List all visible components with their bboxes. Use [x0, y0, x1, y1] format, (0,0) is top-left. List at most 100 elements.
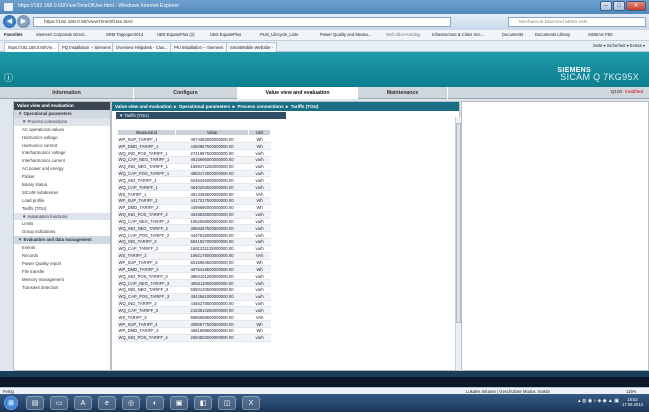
search-field[interactable]: Mechanical Diamond Metar exts: [508, 17, 646, 27]
browser-tabbar: https://192.168.0.60/Vie... PQ Installat…: [0, 41, 649, 52]
value-cell: 1881231125000000.00: [175, 245, 249, 253]
browser-titlebar: https://192.168.0.60/ViewTimeOfUse.html …: [0, 0, 649, 14]
maximize-button[interactable]: □: [613, 1, 625, 11]
favorite-link[interactable]: Web Slice-Katalog: [386, 32, 420, 37]
browser-tab[interactable]: PQ Installation -- Siemens: [58, 42, 115, 52]
minimize-button[interactable]: –: [600, 1, 612, 11]
table-row: WQ_CAP_TARIFF_1 4540202500000000.00 varh: [117, 183, 271, 192]
sidebar-item[interactable]: Memory management: [14, 276, 110, 284]
sidebar-item[interactable]: Flicker: [14, 173, 110, 181]
device-status: Q100 modified: [610, 87, 643, 99]
tab-maintenance[interactable]: Maintenance: [358, 87, 448, 99]
license-icon[interactable]: ⓘ: [4, 71, 13, 84]
sidebar-item[interactable]: ▼ Evaluation and data management: [14, 236, 110, 245]
unit-cell: Wh: [248, 197, 271, 205]
favorite-link[interactable]: SRM Toppoper2014: [106, 32, 143, 37]
favorite-link[interactable]: UBS EquatePlus (2): [157, 32, 194, 37]
favorite-link[interactable]: Infrastructure & Cities Sec...: [432, 32, 484, 37]
section-header-tariffs[interactable]: ▼ Tariffs (TOU): [116, 112, 286, 119]
sidebar-item[interactable]: Records: [14, 252, 110, 260]
unit-cell: varh: [248, 170, 271, 178]
taskbar-explorer-icon[interactable]: ▤: [26, 396, 44, 410]
taskbar-app-icon[interactable]: ◎: [122, 396, 140, 410]
value-cell: 4498690000000000.00: [175, 204, 249, 212]
value-cell: 4042561000000000.00: [175, 293, 249, 301]
sidebar-item[interactable]: Transient detection: [14, 284, 110, 292]
measurand-cell: WQ_IND_TARIFF_1: [117, 176, 176, 185]
unit-cell: varh: [248, 286, 271, 294]
sidebar-item[interactable]: Interharmonics voltage: [14, 149, 110, 157]
measurand-cell: WQ_CAP_POS_TARIFF_3: [117, 293, 176, 301]
system-tray-icons[interactable]: ▴ ◍ ◉ ♪ ◈ ◆ ▲ ▣: [578, 398, 619, 404]
taskbar-app-icon[interactable]: ▣: [170, 396, 188, 410]
forward-button[interactable]: ▶: [17, 15, 30, 28]
sidebar-item[interactable]: Group indications: [14, 228, 110, 236]
favorite-link[interactable]: Documents: [502, 32, 523, 37]
sidebar-item[interactable]: AC operational values: [14, 126, 110, 134]
clock[interactable]: 15:52 17.09.2014: [622, 397, 643, 407]
browser-tab[interactable]: Overview Helpdesk - Clus...: [112, 42, 172, 52]
sidebar-item[interactable]: AC power and energy: [14, 165, 110, 173]
browser-tab[interactable]: PKI Installation -- Siemens: [170, 42, 228, 52]
taskbar-app-icon[interactable]: ◧: [194, 396, 212, 410]
taskbar-ie-icon[interactable]: e: [98, 396, 116, 410]
table-row: WQ_CAP_POS_TARIFF_2 4447615000000000.00 va…: [117, 231, 271, 240]
tab-configure[interactable]: Configure: [134, 87, 238, 99]
sidebar-item[interactable]: Harmonics current: [14, 142, 110, 150]
measurand-cell: WQ_CAP_TARIFF_2: [117, 245, 176, 253]
sidebar-item[interactable]: Interharmonics current: [14, 157, 110, 165]
favorites-button[interactable]: Favorites: [4, 32, 23, 37]
taskbar-excel-icon[interactable]: X: [242, 396, 260, 410]
sidebar-item[interactable]: ▼ Process connections: [14, 117, 110, 126]
sidebar-item[interactable]: ▼ Operational parameters: [14, 110, 110, 118]
back-button[interactable]: ◀: [3, 15, 16, 28]
value-cell: 2594502500000000.00: [175, 334, 249, 342]
favorite-link[interactable]: Documents Library: [535, 32, 570, 37]
tab-value-view[interactable]: Value view and evaluation: [238, 87, 358, 99]
close-button[interactable]: ✕: [626, 1, 646, 11]
favorite-link[interactable]: SIMEAS P50: [588, 32, 612, 37]
sidebar: Value view and evaluation ▼ Operational …: [13, 101, 111, 371]
favorite-link[interactable]: PLM_Lifecycle_Liste: [260, 32, 298, 37]
measurand-cell: WQ_IND_POS_TARIFF_1: [117, 149, 176, 157]
measurand-cell: WQ_CAP_POS_TARIFF_1: [117, 170, 176, 178]
windows-taskbar: ⊞ ▤ ▭ A e ◎ ◐ ▣ ◧ ◫ X ▴ ◍ ◉ ♪ ◈ ◆ ▲ ▣ 15…: [0, 394, 649, 412]
sidebar-item[interactable]: Events: [14, 244, 110, 252]
sidebar-item[interactable]: Harmonics voltage: [14, 134, 110, 142]
start-button[interactable]: ⊞: [4, 396, 18, 410]
favorite-link[interactable]: UBS EquatePlus: [210, 32, 241, 37]
tab-information[interactable]: Information: [0, 87, 134, 99]
taskbar-pdf-icon[interactable]: A: [74, 396, 92, 410]
sidebar-item[interactable]: SICAM subdevices: [14, 189, 110, 197]
table-row: WQ_IND_NEG_TARIFF_3 5050120500000000.00 va…: [117, 286, 271, 294]
measurand-cell: WQ_IND_POS_TARIFF_2: [117, 211, 176, 219]
taskbar-app-icon[interactable]: ◫: [218, 396, 236, 410]
measurand-cell: WQ_CAP_TARIFF_3: [117, 306, 176, 315]
unit-cell: VAh: [248, 252, 271, 260]
measurand-cell: WQ_CAP_TARIFF_1: [117, 183, 176, 192]
command-bar[interactable]: Seite ▾ Sicherheit ▾ Extras ▾: [593, 43, 645, 48]
address-row: ◀ ▶ https://192.168.0.60/ViewTimeOfUse.h…: [0, 14, 649, 30]
url-field[interactable]: https://192.168.0.60/ViewTimeOfUse.html: [33, 17, 451, 27]
sidebar-item[interactable]: Limits: [14, 220, 110, 228]
sidebar-item[interactable]: Binary status: [14, 181, 110, 189]
favorite-link[interactable]: Siemens Corporate Direct...: [36, 32, 88, 37]
unit-cell: varh: [248, 306, 271, 315]
sidebar-item[interactable]: Tariffs (TOU): [14, 205, 110, 213]
table-row: WQ_IND_POS_TARIFF_3 3683101250000000.00 va…: [117, 272, 271, 281]
taskbar-app-icon[interactable]: ◐: [146, 396, 164, 410]
sidebar-item[interactable]: Load profile: [14, 197, 110, 205]
favorite-link[interactable]: Power Quality and Measu...: [320, 32, 371, 37]
browser-tab[interactable]: https://192.168.0.60/Vie...: [4, 42, 60, 52]
value-cell: 4875418500000000.00: [175, 265, 249, 274]
table-row: WP_DMD_TARIFF_3 4875418500000000.00 Wh: [117, 265, 271, 274]
sidebar-item[interactable]: File transfer: [14, 268, 110, 276]
sidebar-item[interactable]: ▼ Automation functions: [14, 212, 110, 221]
taskbar-folder-icon[interactable]: ▭: [50, 396, 68, 410]
measurand-cell: WQ_CAP_NEG_TARIFF_2: [117, 218, 176, 226]
browser-tab[interactable]: SmartMobile WebSite -: [226, 42, 277, 52]
table-row: WQ_IND_NEG_TARIFF_1 1659472250000000.00 va…: [117, 163, 271, 171]
window-title: https://192.168.0.60/ViewTimeOfUse.html …: [18, 3, 180, 9]
sidebar-item[interactable]: Power Quality report: [14, 260, 110, 268]
measurand-cell: WQ_IND_NEG_TARIFF_3: [117, 286, 176, 294]
